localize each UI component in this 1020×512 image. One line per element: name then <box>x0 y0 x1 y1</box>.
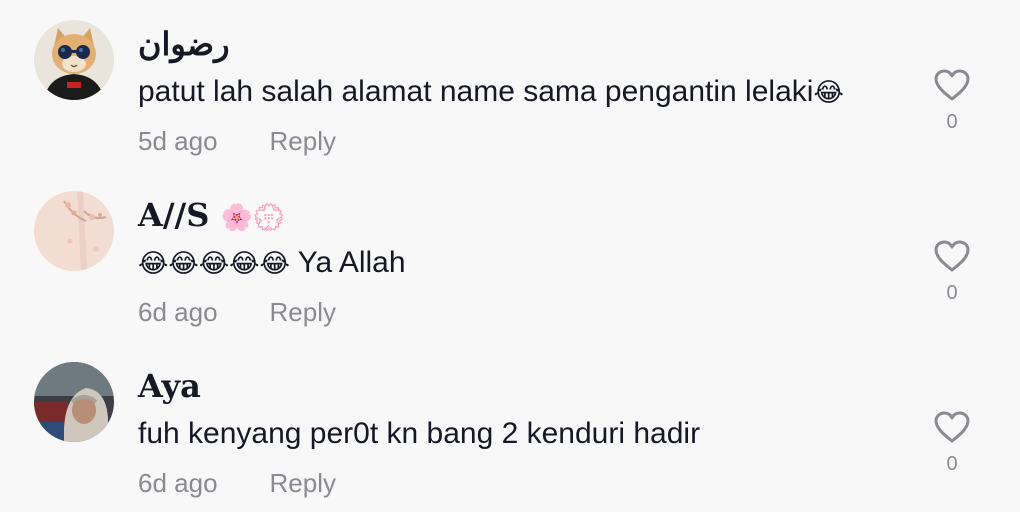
reply-button[interactable]: Reply <box>270 468 336 498</box>
reply-button[interactable]: Reply <box>270 126 336 156</box>
comment-meta: 5d ago Reply <box>138 124 336 158</box>
like-button[interactable]: 0 <box>926 410 978 476</box>
comment-timestamp: 5d ago <box>138 126 218 156</box>
person-avatar-icon <box>34 362 114 442</box>
comment-meta: 6d ago Reply <box>138 466 336 500</box>
laughing-emoji-icon: 😂😂😂😂😂 <box>138 249 290 279</box>
cat-avatar-icon <box>34 20 114 100</box>
comment-text-content: patut lah salah alamat name sama pengant… <box>138 75 814 108</box>
comment-text: patut lah salah alamat name sama pengant… <box>138 72 844 113</box>
like-count: 0 <box>946 453 958 475</box>
flower-emoji-icon: 🌸💮 <box>220 203 286 233</box>
like-button[interactable]: 0 <box>926 68 978 134</box>
like-count: 0 <box>946 282 958 304</box>
heart-icon <box>934 240 970 272</box>
avatar[interactable] <box>34 362 114 442</box>
comment-meta: 6d ago Reply <box>138 295 336 329</box>
comment-timestamp: 6d ago <box>138 468 218 498</box>
comment-timestamp: 6d ago <box>138 297 218 327</box>
comment-item: رضوان patut lah salah alamat name sama p… <box>0 0 1020 170</box>
username-text: رضوان <box>138 25 230 63</box>
heart-icon <box>934 411 970 443</box>
comment-item: Aya fuh kenyang per0t kn bang 2 kenduri … <box>0 342 1020 512</box>
blossom-avatar-icon <box>34 191 114 271</box>
comment-text: fuh kenyang per0t kn bang 2 kenduri hadi… <box>138 414 700 454</box>
comment-text-content: Ya Allah <box>289 246 406 279</box>
reply-button[interactable]: Reply <box>270 297 336 327</box>
username-text: A//S <box>138 196 210 234</box>
heart-icon <box>934 69 970 101</box>
like-count: 0 <box>946 111 958 133</box>
avatar[interactable] <box>34 191 114 271</box>
like-button[interactable]: 0 <box>926 239 978 305</box>
laughing-emoji-icon: 😂 <box>813 78 844 108</box>
comment-item: A//S 🌸💮 😂😂😂😂😂 Ya Allah 6d ago Reply 0 <box>0 171 1020 341</box>
comment-username[interactable]: Aya <box>138 366 201 406</box>
comment-username[interactable]: رضوان <box>138 24 230 64</box>
username-text: Aya <box>138 367 201 405</box>
comment-username[interactable]: A//S 🌸💮 <box>138 195 285 238</box>
avatar[interactable] <box>34 20 114 100</box>
comment-text-content: fuh kenyang per0t kn bang 2 kenduri hadi… <box>138 417 701 450</box>
comment-text: 😂😂😂😂😂 Ya Allah <box>138 243 406 284</box>
